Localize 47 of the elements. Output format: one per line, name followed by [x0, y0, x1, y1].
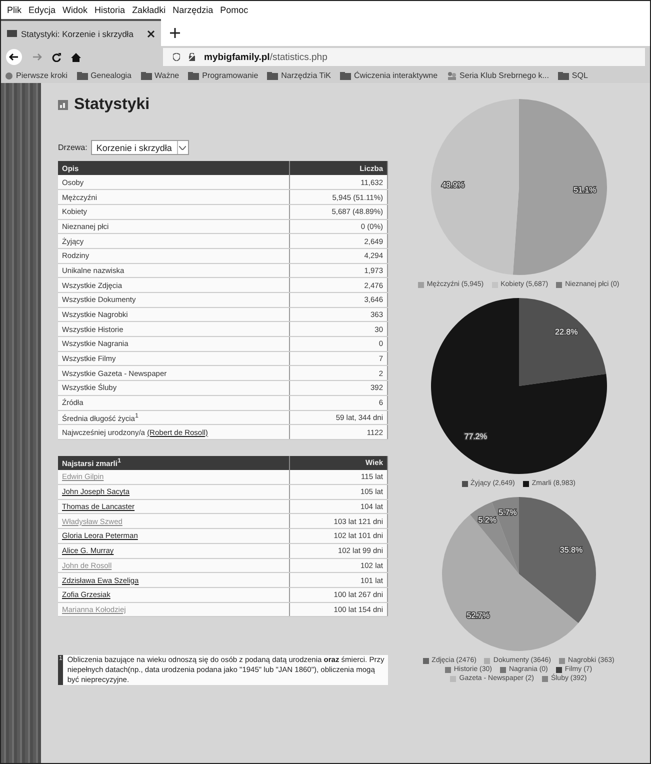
slice-label: 5.7% — [498, 508, 516, 517]
folder-icon — [558, 72, 569, 80]
close-icon[interactable] — [147, 30, 155, 38]
menu-item[interactable]: Plik — [7, 5, 22, 15]
slice-label: 77.2% — [464, 432, 486, 441]
tree-label: Drzewa: — [58, 143, 88, 152]
people-icon — [446, 72, 457, 80]
caret-icon — [179, 146, 186, 150]
home-icon[interactable] — [71, 52, 81, 62]
plus-icon[interactable] — [169, 27, 181, 39]
slice-label: 52.7% — [466, 610, 489, 620]
favicon-icon — [7, 30, 17, 37]
bookmark-item[interactable]: Ćwiczenia interaktywne — [340, 71, 438, 80]
bookmark-item[interactable]: Programowanie — [188, 71, 258, 80]
menu-item[interactable]: Historia — [94, 5, 126, 15]
tree-select[interactable]: Korzenie i skrzydła — [91, 140, 189, 155]
bookmark-item[interactable]: Ważne — [140, 71, 180, 80]
menu-item[interactable]: Pomoc — [220, 5, 248, 15]
folder-icon — [188, 72, 200, 80]
menu-item[interactable]: Narzędzia — [172, 5, 214, 15]
menu-item[interactable]: Widok — [62, 5, 88, 15]
menu-item[interactable]: Zakładki — [132, 5, 166, 15]
folder-icon — [76, 72, 88, 80]
lock-icon — [188, 53, 196, 61]
bookmark-item[interactable]: Seria Klub Srebrnego k... — [446, 71, 549, 80]
shield-icon — [173, 53, 180, 61]
menu-item[interactable]: Edycja — [28, 5, 56, 15]
address-bar[interactable]: mybigfamily.pl/statistics.php — [163, 48, 645, 66]
bookmark-item[interactable]: SQL — [558, 71, 588, 80]
bookmark-item[interactable]: Genealogia — [76, 71, 132, 80]
folder-icon — [340, 72, 351, 80]
page-title: Statystyki — [74, 96, 150, 114]
reload-icon[interactable] — [52, 52, 61, 62]
slice-label: 51.1% — [573, 185, 596, 194]
bookmark-item[interactable]: Pierwsze kroki — [5, 71, 68, 80]
bookmark-item[interactable]: Narzędzia TiK — [267, 71, 331, 80]
tab-title: Statystyki: Korzenie i skrzydła — [21, 28, 134, 38]
folder-icon — [140, 72, 152, 80]
globe-icon — [5, 72, 13, 80]
slice-label: 22.8% — [554, 328, 578, 337]
url-text: mybigfamily.pl/statistics.php — [204, 52, 328, 62]
slice-label: 35.8% — [559, 545, 582, 554]
folder-icon — [267, 72, 278, 80]
back-icon[interactable] — [6, 49, 22, 65]
browser-tab[interactable]: Statystyki: Korzenie i skrzydła — [1, 19, 161, 46]
slice-label: 5.2% — [478, 515, 496, 524]
chart-icon — [58, 100, 68, 110]
